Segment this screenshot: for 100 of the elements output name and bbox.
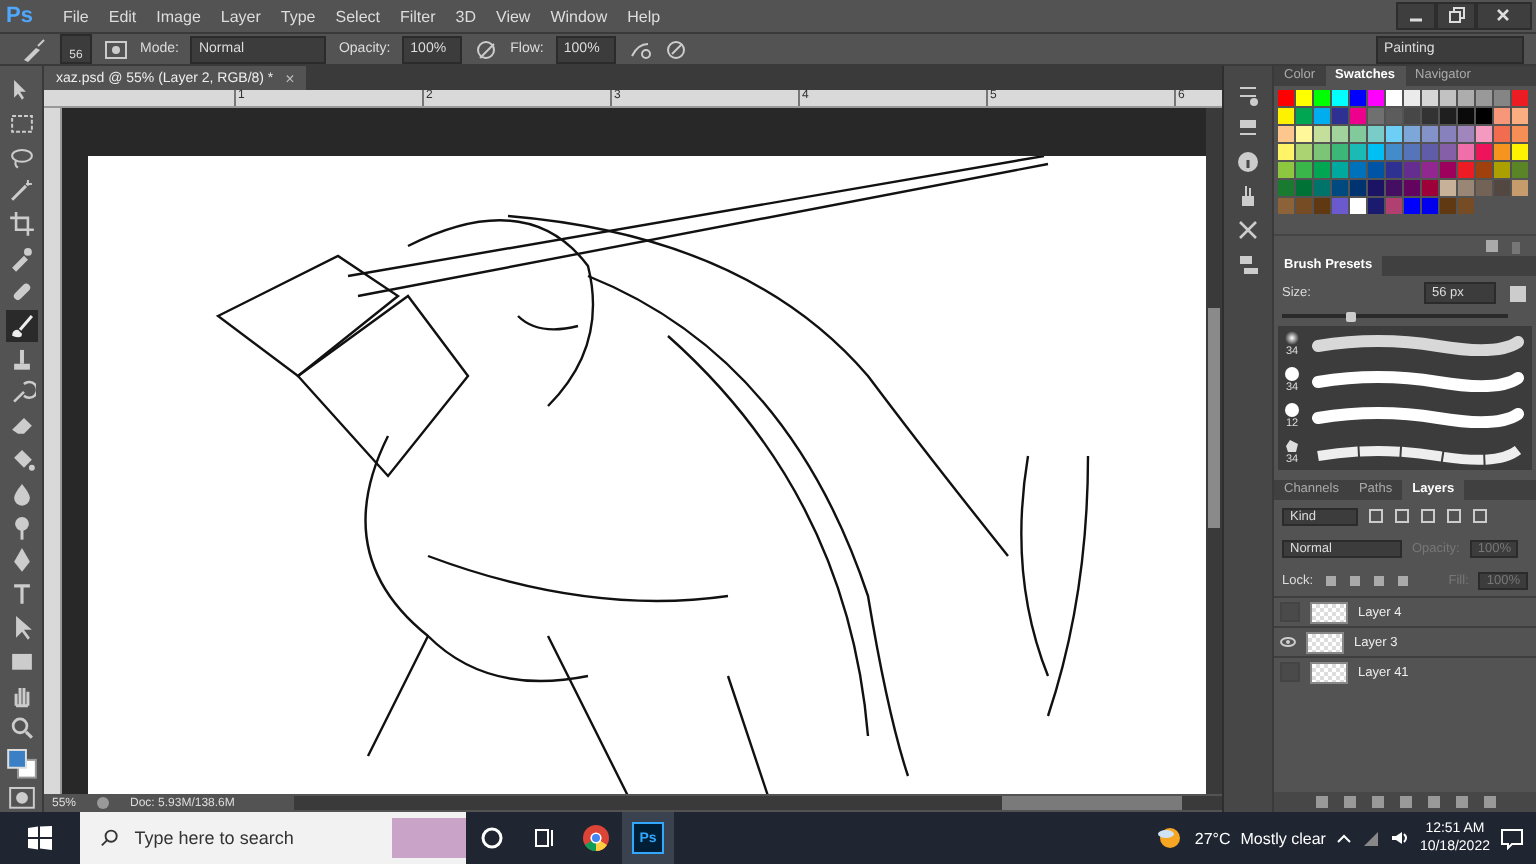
color-swatch[interactable] xyxy=(1494,108,1510,124)
color-swatch[interactable] xyxy=(1494,126,1510,142)
color-swatch[interactable] xyxy=(1332,144,1348,160)
color-swatch[interactable] xyxy=(1440,90,1456,106)
color-swatch[interactable] xyxy=(1494,180,1510,196)
color-swatch[interactable] xyxy=(1440,162,1456,178)
menu-item[interactable]: Image xyxy=(146,7,211,25)
color-swatch[interactable] xyxy=(1332,90,1348,106)
color-swatch[interactable] xyxy=(1404,162,1420,178)
color-swatch[interactable] xyxy=(1512,144,1528,160)
color-swatch[interactable] xyxy=(1386,144,1402,160)
slider-thumb[interactable] xyxy=(1345,312,1356,322)
color-swatch[interactable] xyxy=(1458,180,1474,196)
color-swatch[interactable] xyxy=(1476,144,1492,160)
windows-logo-icon[interactable] xyxy=(28,826,52,850)
menu-item[interactable]: Select xyxy=(325,7,390,25)
color-swatch[interactable] xyxy=(1440,198,1456,214)
brush-stroke-preview[interactable] xyxy=(1310,330,1526,358)
restore-icon[interactable] xyxy=(1436,2,1476,30)
menu-item[interactable]: File xyxy=(52,7,99,25)
brush-tip-icon[interactable] xyxy=(1284,366,1300,382)
speaker-icon[interactable] xyxy=(1389,830,1410,846)
menu-item[interactable]: Filter xyxy=(389,7,446,25)
color-swatch[interactable] xyxy=(1296,90,1312,106)
color-swatch[interactable] xyxy=(1440,144,1456,160)
color-swatch[interactable] xyxy=(1422,108,1438,124)
color-swatch[interactable] xyxy=(1422,144,1438,160)
color-swatch[interactable] xyxy=(1314,144,1330,160)
color-swatch[interactable] xyxy=(1458,144,1474,160)
color-swatch[interactable] xyxy=(1278,162,1294,178)
menu-item[interactable]: Edit xyxy=(98,7,147,25)
menu-item[interactable]: 3D xyxy=(445,7,486,25)
color-swatch[interactable] xyxy=(1512,90,1528,106)
brush-stroke-preview[interactable] xyxy=(1310,402,1526,430)
color-swatch[interactable] xyxy=(1278,198,1294,214)
vertical-scrollbar[interactable] xyxy=(1206,108,1222,794)
color-swatch[interactable] xyxy=(1404,108,1420,124)
color-swatch[interactable] xyxy=(1422,90,1438,106)
color-swatch[interactable] xyxy=(1440,180,1456,196)
color-swatch[interactable] xyxy=(1476,162,1492,178)
search-box[interactable]: Type here to search xyxy=(80,812,466,864)
color-swatch[interactable] xyxy=(1296,126,1312,142)
brush-tip-icon[interactable] xyxy=(1284,438,1300,454)
color-swatch[interactable] xyxy=(1386,198,1402,214)
color-swatch[interactable] xyxy=(1422,198,1438,214)
color-swatch[interactable] xyxy=(1314,180,1330,196)
color-swatch[interactable] xyxy=(1350,108,1366,124)
color-swatch[interactable] xyxy=(1422,126,1438,142)
color-swatch[interactable] xyxy=(1296,144,1312,160)
menu-item[interactable]: Type xyxy=(270,7,326,25)
color-swatch[interactable] xyxy=(1386,162,1402,178)
menu-item[interactable]: Window xyxy=(540,7,618,25)
color-swatch[interactable] xyxy=(1314,108,1330,124)
menu-item[interactable]: Layer xyxy=(210,7,271,25)
color-swatch[interactable] xyxy=(1314,162,1330,178)
horizontal-scrollbar[interactable] xyxy=(294,796,1222,810)
color-swatch[interactable] xyxy=(1368,162,1384,178)
color-swatch[interactable] xyxy=(1350,90,1366,106)
airbrush-icon[interactable] xyxy=(627,37,652,61)
color-swatch[interactable] xyxy=(1278,90,1294,106)
color-swatch[interactable] xyxy=(1458,126,1474,142)
color-swatch[interactable] xyxy=(1386,180,1402,196)
chevron-up-icon[interactable] xyxy=(1335,830,1352,846)
color-swatch[interactable] xyxy=(1368,90,1384,106)
color-swatch[interactable] xyxy=(1458,162,1474,178)
menu-item[interactable]: Help xyxy=(617,7,671,25)
color-swatch[interactable] xyxy=(1332,198,1348,214)
brush-tip-icon[interactable] xyxy=(1284,330,1300,346)
color-swatch[interactable] xyxy=(1368,108,1384,124)
brush-tip-icon[interactable] xyxy=(1284,402,1300,418)
color-swatch[interactable] xyxy=(1314,126,1330,142)
close-icon[interactable] xyxy=(1476,2,1532,30)
color-swatch[interactable] xyxy=(1350,162,1366,178)
minimize-icon[interactable] xyxy=(1396,2,1436,30)
color-swatch[interactable] xyxy=(1476,180,1492,196)
color-swatch[interactable] xyxy=(1278,108,1294,124)
notification-icon[interactable] xyxy=(1500,827,1524,849)
color-swatch[interactable] xyxy=(1350,180,1366,196)
color-swatch[interactable] xyxy=(1332,162,1348,178)
color-swatch[interactable] xyxy=(1494,90,1510,106)
color-swatch[interactable] xyxy=(1476,90,1492,106)
color-swatch[interactable] xyxy=(1350,144,1366,160)
color-swatch[interactable] xyxy=(1404,126,1420,142)
color-swatch[interactable] xyxy=(1296,198,1312,214)
color-swatch[interactable] xyxy=(1278,126,1294,142)
color-swatch[interactable] xyxy=(1386,126,1402,142)
color-swatch[interactable] xyxy=(1296,162,1312,178)
color-swatch[interactable] xyxy=(1458,198,1474,214)
color-swatch[interactable] xyxy=(1350,126,1366,142)
color-swatch[interactable] xyxy=(1296,108,1312,124)
color-swatch[interactable] xyxy=(1368,126,1384,142)
color-swatch[interactable] xyxy=(1404,144,1420,160)
color-swatch[interactable] xyxy=(1404,198,1420,214)
color-swatch[interactable] xyxy=(1458,90,1474,106)
color-swatch[interactable] xyxy=(1512,126,1528,142)
color-swatch[interactable] xyxy=(1332,126,1348,142)
color-swatch[interactable] xyxy=(1332,180,1348,196)
brush-stroke-preview[interactable] xyxy=(1310,366,1526,394)
crop-icon[interactable] xyxy=(5,208,37,241)
color-swatch[interactable] xyxy=(1476,126,1492,142)
